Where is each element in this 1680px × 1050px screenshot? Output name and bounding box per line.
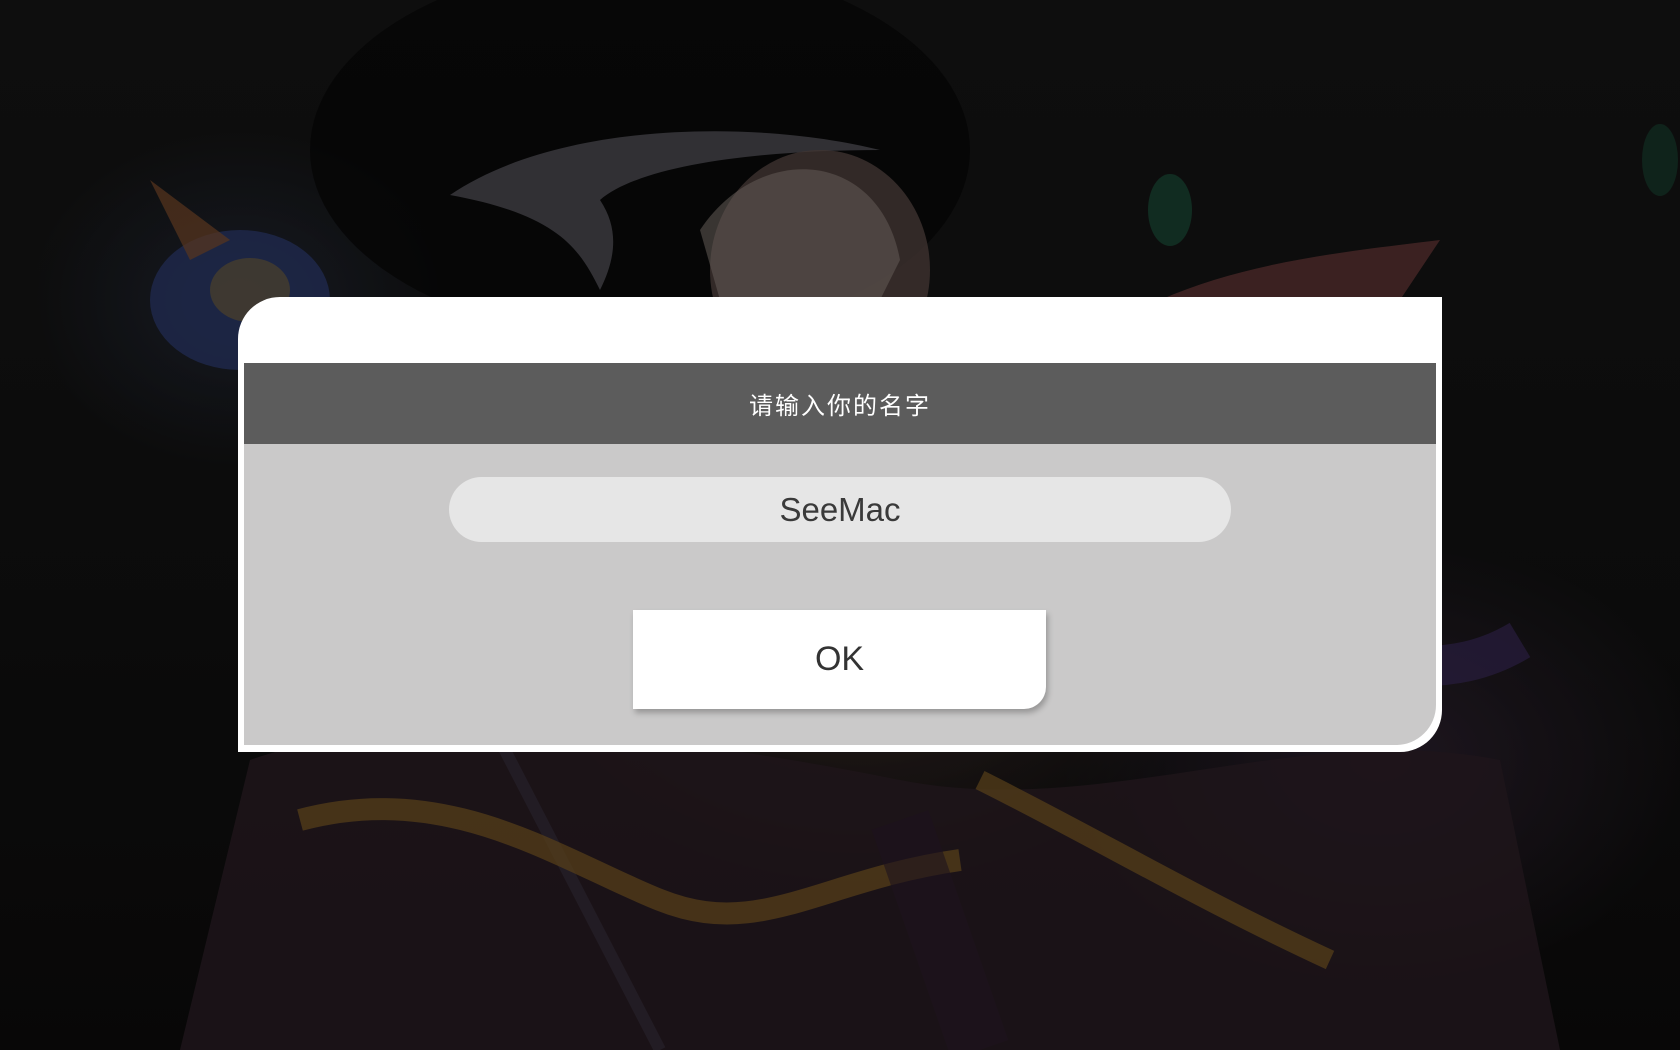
name-input[interactable]: [449, 477, 1231, 542]
dialog-title: 请输入你的名字: [749, 392, 931, 420]
dialog-body: 请输入你的名字 OK: [244, 363, 1436, 745]
ok-button[interactable]: OK: [633, 610, 1046, 709]
name-entry-dialog: 请输入你的名字 OK: [238, 297, 1442, 752]
dialog-title-bar: 请输入你的名字: [244, 363, 1436, 444]
